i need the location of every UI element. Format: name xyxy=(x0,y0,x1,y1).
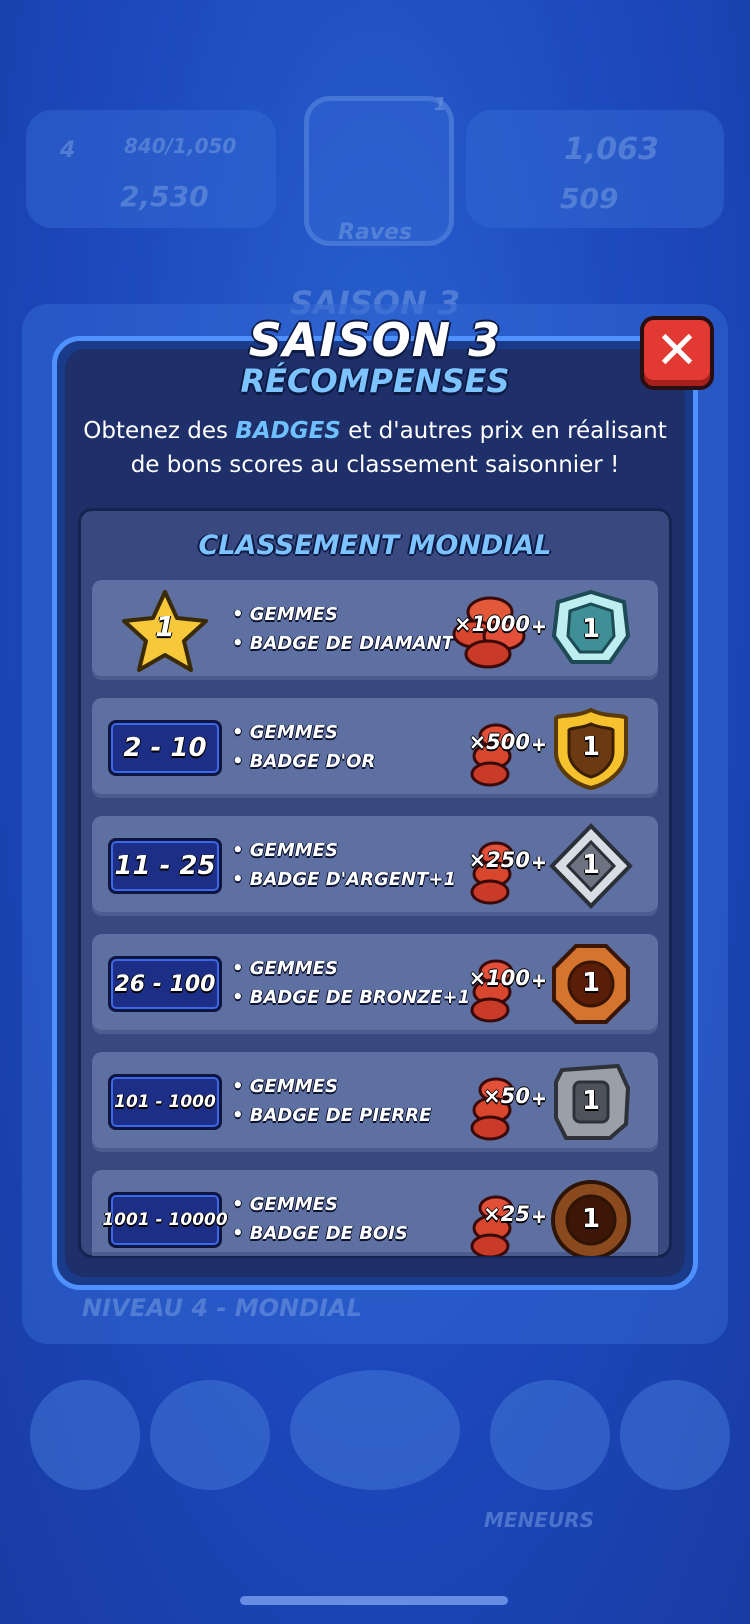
diamond-badge-icon: 1 xyxy=(548,586,634,674)
reward-row: 101 - 1000 • GEMMES • BADGE DE PIERRE ×50 +1 xyxy=(92,1052,658,1152)
gold-badge-icon: 1 xyxy=(548,704,634,792)
modal-subtitle: RÉCOMPENSES xyxy=(240,362,510,400)
modal-title: SAISON 3 xyxy=(248,313,502,367)
reward-gems-text: • GEMMES xyxy=(232,604,338,625)
reward-gems-text: • GEMMES xyxy=(232,722,338,743)
reward-badge-text: • BADGE DE DIAMANT xyxy=(232,633,454,654)
reward-list: • GEMMES • BADGE D'OR xyxy=(232,718,375,776)
badge-number: 1 xyxy=(581,732,601,762)
plus-sign: + xyxy=(532,1204,547,1231)
reward-gems-text: • GEMMES xyxy=(232,958,338,979)
reward-badge-text: • BADGE DE PIERRE xyxy=(232,1105,432,1126)
badge-number: 1 xyxy=(581,968,601,998)
gems-icon: ×250 xyxy=(450,826,530,908)
reward-gems-text: • GEMMES xyxy=(232,840,338,861)
rank-label: 1 xyxy=(155,610,175,643)
gem-count: ×50 xyxy=(483,1084,530,1108)
badge-number: 1 xyxy=(581,1086,601,1116)
reward-list: • GEMMES • BADGE DE BRONZE+1 xyxy=(232,954,470,1012)
reward-list: • GEMMES • BADGE DE BOIS xyxy=(232,1190,408,1248)
reward-gems-text: • GEMMES xyxy=(232,1076,338,1097)
gems-icon: ×100 xyxy=(450,944,530,1026)
close-button[interactable]: ✕ xyxy=(640,316,714,390)
gem-count: ×500 xyxy=(468,730,530,754)
wood-badge-icon: 1 xyxy=(548,1176,634,1256)
rank-label: 26 - 100 xyxy=(108,956,222,1012)
gem-count: ×100 xyxy=(468,966,530,990)
gems-icon: ×1000 xyxy=(450,590,530,672)
description-pre: Obtenez des xyxy=(83,418,236,444)
reward-gems-text: • GEMMES xyxy=(232,1194,338,1215)
badge-number: 1 xyxy=(581,614,601,644)
reward-badge-text: • BADGE D'ARGENT+1 xyxy=(232,869,456,890)
ranking-title: CLASSEMENT MONDIAL xyxy=(198,530,552,561)
plus-sign: + xyxy=(532,1086,547,1113)
reward-row: 11 - 25 • GEMMES • BADGE D'ARGENT+1 ×250 +1 xyxy=(92,816,658,916)
gem-count: ×1000 xyxy=(453,612,530,636)
bronze-badge-icon: 1 xyxy=(548,940,634,1028)
rank-label: 101 - 1000 xyxy=(108,1074,222,1130)
star-icon: 1 xyxy=(120,588,210,674)
gem-count: ×25 xyxy=(483,1202,530,1226)
silver-badge-icon: 1 xyxy=(548,822,634,910)
gem-count: ×250 xyxy=(468,848,530,872)
reward-badge-text: • BADGE DE BRONZE+1 xyxy=(232,987,471,1008)
close-icon: ✕ xyxy=(655,321,699,381)
reward-list: • GEMMES • BADGE D'ARGENT+1 xyxy=(232,836,456,894)
reward-row: 1 • GEMMES • BADGE DE DIAMANT ×1000 +1 xyxy=(92,580,658,680)
modal-description: Obtenez des BADGES et d'autres prix en r… xyxy=(80,414,670,482)
reward-row: 2 - 10 • GEMMES • BADGE D'OR ×500 +1 xyxy=(92,698,658,798)
plus-sign: + xyxy=(532,614,547,641)
reward-list: • GEMMES • BADGE DE PIERRE xyxy=(232,1072,431,1130)
rank-label: 11 - 25 xyxy=(108,838,222,894)
reward-row: 1001 - 10000 • GEMMES • BADGE DE BOIS ×25 +1 xyxy=(92,1170,658,1256)
gems-icon: ×500 xyxy=(450,708,530,790)
badge-number: 1 xyxy=(581,850,601,880)
rank-label: 1001 - 10000 xyxy=(102,1192,228,1248)
description-highlight: BADGES xyxy=(235,418,341,444)
plus-sign: + xyxy=(532,850,547,877)
reward-badge-text: • BADGE DE BOIS xyxy=(232,1223,408,1244)
gems-icon: ×25 xyxy=(450,1180,530,1256)
home-indicator[interactable] xyxy=(240,1596,508,1605)
reward-badge-text: • BADGE D'OR xyxy=(232,751,376,772)
stone-badge-icon: 1 xyxy=(548,1058,634,1146)
gems-icon: ×50 xyxy=(450,1062,530,1144)
reward-row: 26 - 100 • GEMMES • BADGE DE BRONZE+1 ×100 +… xyxy=(92,934,658,1034)
rank-label: 2 - 10 xyxy=(108,720,222,776)
plus-sign: + xyxy=(532,732,547,759)
reward-list: • GEMMES • BADGE DE DIAMANT xyxy=(232,600,454,658)
plus-sign: + xyxy=(532,968,547,995)
badge-number: 1 xyxy=(581,1204,601,1234)
